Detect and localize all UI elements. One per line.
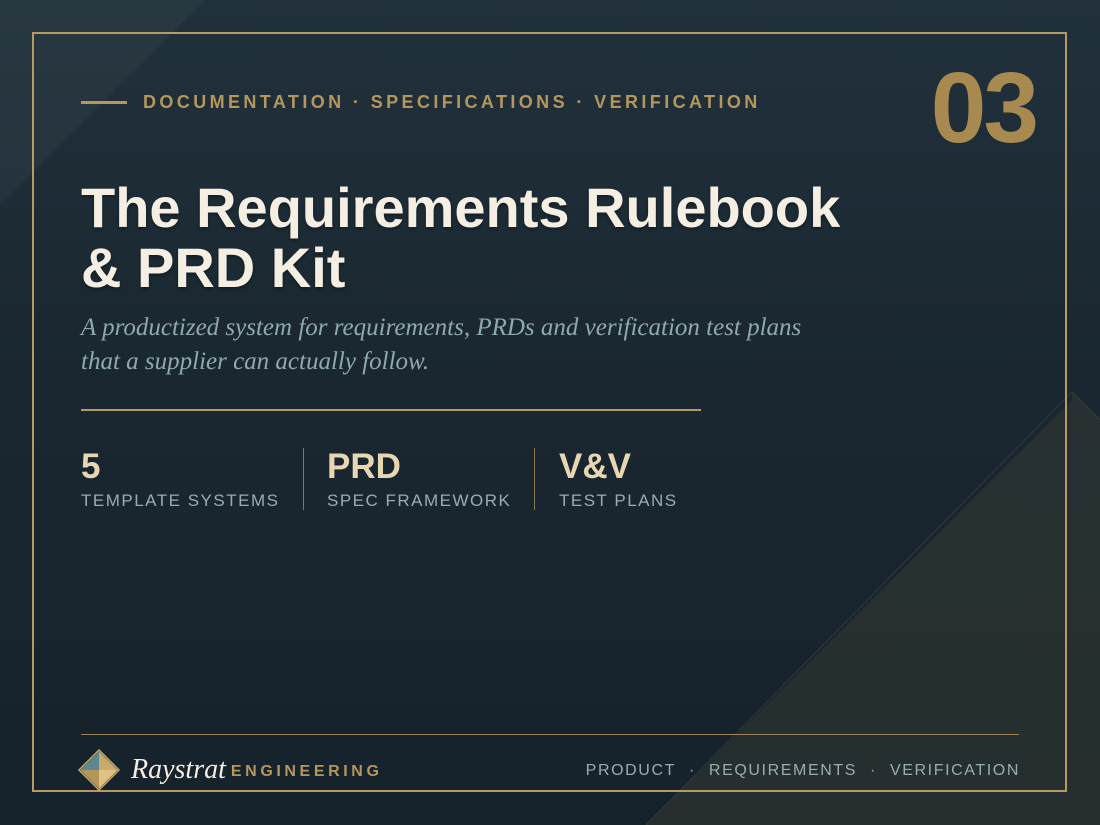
stat-value: V&V [559,447,631,486]
footer-rule [81,734,1019,735]
eyebrow-rule [81,101,127,104]
stat-separator [534,448,535,510]
brand-name: Raystrat [131,754,226,785]
footer-nav-product: PRODUCT [585,762,676,779]
gold-frame [32,32,1067,792]
stat-label: TEMPLATE SYSTEMS [81,491,280,510]
stat-separator [303,448,304,510]
section-divider [81,409,701,411]
nav-separator: · [688,762,696,779]
stat-value: PRD [327,447,401,486]
stat-spec-framework: PRD SPEC FRAMEWORK [327,447,511,511]
stat-template-systems: 5 TEMPLATE SYSTEMS [81,447,279,511]
title-line-2: & PRD Kit [81,236,346,299]
page-title: The Requirements Rulebook & PRD Kit [81,178,941,298]
title-line-1: The Requirements Rulebook [81,176,841,239]
footer-nav-requirements: REQUIREMENTS [708,762,858,779]
diamond-logo-icon [77,748,121,792]
subtitle-line-1: A productized system for requirements, P… [81,314,802,341]
slide: { "colors": { "background": "#1a2731", "… [0,0,1100,825]
eyebrow-text: DOCUMENTATION · SPECIFICATIONS · VERIFIC… [143,92,761,112]
footer-nav-verification: VERIFICATION [889,762,1020,779]
subtitle-line-2: that a supplier can actually follow. [81,348,430,375]
stat-label: SPEC FRAMEWORK [327,491,512,510]
brand-tagline: ENGINEERING [230,762,383,780]
brand: Raystrat ENGINEERING [77,748,383,792]
slide-number: 03 [930,52,1039,164]
stat-label: TEST PLANS [559,491,678,510]
nav-separator: · [870,762,877,779]
subtitle: A productized system for requirements, P… [81,311,901,379]
footer-nav: PRODUCT · REQUIREMENTS · VERIFICATION [586,762,1020,780]
stat-value: 5 [81,447,101,486]
stat-test-plans: V&V TEST PLANS [559,447,678,511]
eyebrow: DOCUMENTATION · SPECIFICATIONS · VERIFIC… [81,92,761,113]
